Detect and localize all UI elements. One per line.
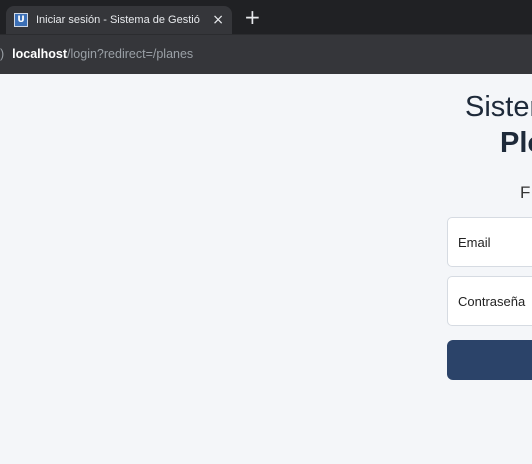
url-host: localhost [12,47,68,61]
url-path: /login?redirect=/planes [67,47,194,61]
url-text[interactable]: ) localhost/login?redirect=/planes [0,47,193,61]
login-title-line-1: Sister [465,91,532,123]
email-field[interactable] [447,217,532,267]
login-subtitle: F [520,183,531,202]
new-tab-button[interactable]: + [244,7,261,27]
site-favicon-icon: U [14,13,28,27]
close-tab-icon[interactable]: × [212,12,224,28]
login-title-line-2: Plo [500,127,532,159]
tab-title: Iniciar sesión - Sistema de Gestió [36,14,200,26]
password-field[interactable] [447,276,532,326]
browser-tab[interactable]: U Iniciar sesión - Sistema de Gestió × [6,6,232,34]
address-bar[interactable]: ) localhost/login?redirect=/planes [0,34,532,74]
site-info-icon[interactable]: ) [0,47,4,61]
page-content [0,74,532,464]
browser-tab-strip: U Iniciar sesión - Sistema de Gestió × + [0,0,532,34]
login-submit-button[interactable] [447,340,532,380]
email-input[interactable] [448,218,532,266]
password-input[interactable] [448,277,532,325]
